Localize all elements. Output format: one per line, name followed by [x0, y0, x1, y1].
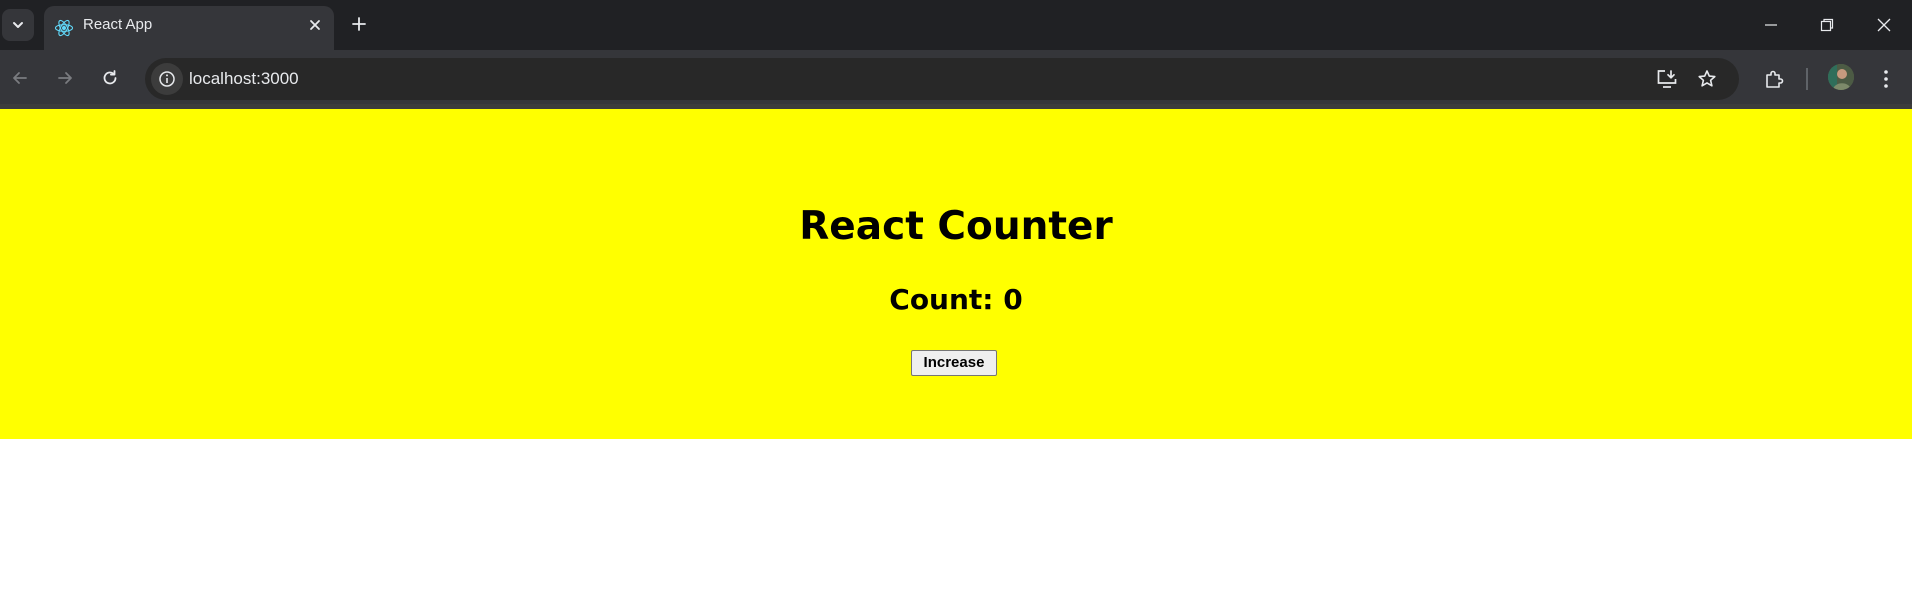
- tab-search-button[interactable]: [2, 9, 34, 41]
- tab-strip: React App: [0, 0, 1912, 50]
- star-icon: [1698, 70, 1716, 87]
- bookmark-button[interactable]: [1691, 63, 1723, 95]
- reload-button[interactable]: [92, 60, 128, 96]
- minimize-button[interactable]: [1742, 0, 1799, 50]
- minimize-icon: [1764, 24, 1777, 26]
- toolbar-divider: [1806, 68, 1808, 90]
- site-info-button[interactable]: [151, 63, 183, 95]
- profile-avatar[interactable]: [1828, 64, 1854, 90]
- tab-title: React App: [83, 16, 153, 33]
- plus-icon: [352, 17, 366, 31]
- profile-picture-icon: [1828, 64, 1854, 90]
- count-label: Count:: [889, 283, 1004, 316]
- restore-icon: [1820, 18, 1833, 32]
- active-tab[interactable]: React App: [44, 6, 334, 50]
- close-icon: [1877, 18, 1890, 32]
- kebab-menu-icon: [1884, 70, 1888, 88]
- arrow-right-icon: [58, 72, 72, 84]
- close-icon: [310, 20, 320, 30]
- react-logo-icon: [54, 19, 74, 37]
- browser-menu-button[interactable]: [1868, 61, 1904, 97]
- chevron-down-icon: [13, 22, 23, 28]
- install-app-button[interactable]: [1651, 63, 1683, 95]
- page-title: React Counter: [799, 204, 1113, 249]
- count-value: 0: [1003, 283, 1023, 316]
- arrow-left-icon: [13, 72, 27, 84]
- url-text[interactable]: localhost:3000: [189, 58, 299, 100]
- puzzle-icon: [1766, 70, 1784, 88]
- count-display: Count: 0: [0, 283, 1912, 317]
- browser-toolbar: localhost:3000: [0, 50, 1912, 108]
- page-viewport: React Counter Count: 0 Increase: [0, 109, 1912, 612]
- increase-button[interactable]: Increase: [911, 350, 997, 376]
- forward-button[interactable]: [47, 60, 83, 96]
- address-bar[interactable]: localhost:3000: [145, 58, 1739, 100]
- info-icon: [159, 71, 175, 87]
- close-window-button[interactable]: [1855, 0, 1912, 50]
- extensions-button[interactable]: [1756, 61, 1792, 97]
- reload-icon: [103, 70, 117, 85]
- back-button[interactable]: [2, 60, 38, 96]
- tab-close-button[interactable]: [305, 15, 325, 35]
- new-tab-button[interactable]: [346, 11, 372, 37]
- install-app-icon: [1657, 70, 1677, 88]
- restore-button[interactable]: [1798, 0, 1855, 50]
- app-container: React Counter Count: 0 Increase: [0, 109, 1912, 439]
